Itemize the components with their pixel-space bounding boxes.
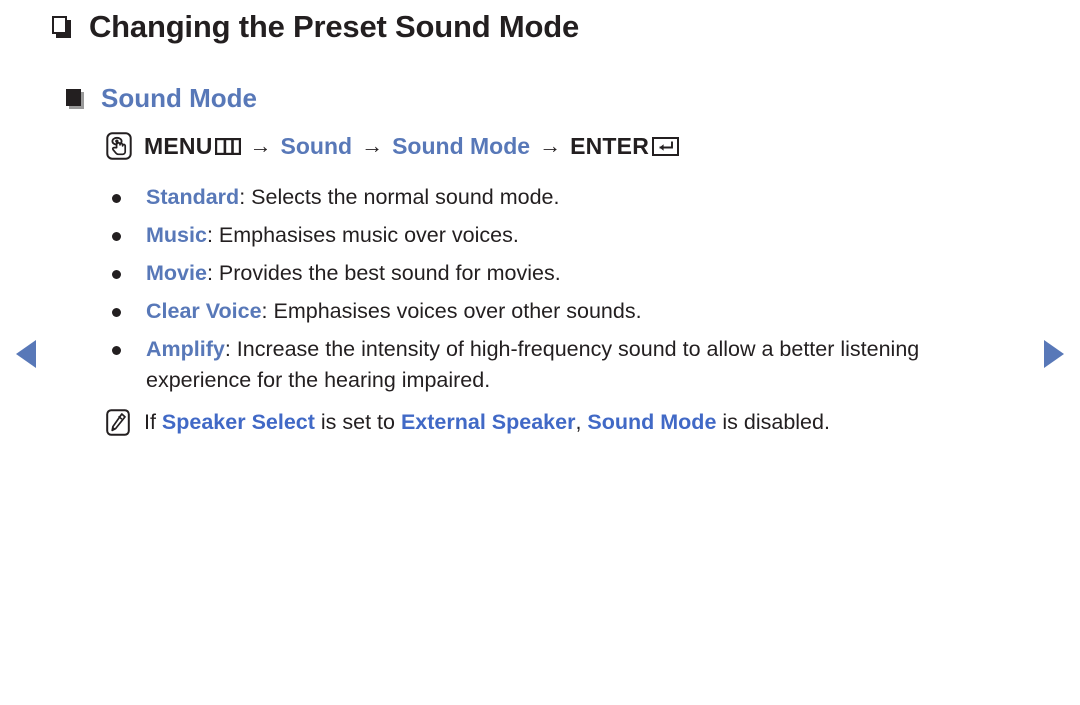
mode-description: Selects the normal sound mode.: [251, 185, 560, 209]
mode-description: Emphasises voices over other sounds.: [273, 299, 642, 323]
path-arrow-icon-2: →: [361, 133, 384, 158]
mode-separator: :: [224, 337, 237, 361]
note-term-external-speaker: External Speaker: [400, 410, 576, 434]
mode-description: Emphasises music over voices.: [218, 223, 519, 247]
list-item-text: Music: Emphasises music over voices.: [146, 220, 519, 251]
mode-term: Clear Voice: [146, 299, 262, 323]
page-title: Changing the Preset Sound Mode: [89, 9, 580, 44]
menu-path: MENU → Sound → Sound Mode → ENTER: [106, 132, 680, 160]
bullet-dot-icon: [112, 308, 121, 317]
mode-term: Amplify: [146, 337, 225, 361]
list-item-text: Clear Voice: Emphasises voices over othe…: [146, 296, 642, 327]
bullet-dot-icon: [112, 232, 121, 241]
note-row: If Speaker Select is set to External Spe…: [106, 408, 830, 436]
path-arrow-icon-3: →: [539, 133, 562, 158]
list-item: Standard: Selects the normal sound mode.: [112, 182, 1012, 213]
menu-step-sound-mode: Sound Mode: [392, 132, 531, 159]
list-item: Amplify: Increase the intensity of high-…: [112, 334, 1012, 396]
mode-term: Movie: [146, 261, 207, 285]
path-arrow-icon-1: →: [249, 133, 272, 158]
sound-mode-list: Standard: Selects the normal sound mode.…: [112, 182, 1012, 403]
hand-press-icon: [106, 132, 132, 160]
menu-step-sound: Sound: [280, 132, 353, 159]
list-item-text: Amplify: Increase the intensity of high-…: [146, 334, 966, 396]
note-text: If Speaker Select is set to External Spe…: [144, 408, 830, 436]
bullet-dot-icon: [112, 194, 121, 203]
mode-description: Increase the intensity of high-frequency…: [146, 337, 920, 392]
note-term-sound-mode: Sound Mode: [587, 410, 717, 434]
note-term-speaker-select: Speaker Select: [161, 410, 315, 434]
note-mid-1: is set to: [314, 410, 401, 434]
note-mid-2: ,: [575, 410, 588, 434]
enter-button-label: ENTER: [570, 132, 650, 159]
enter-key-icon: [652, 136, 680, 156]
list-item: Music: Emphasises music over voices.: [112, 220, 1012, 251]
page-title-row: Changing the Preset Sound Mode: [52, 9, 580, 44]
note-lead: If: [144, 410, 162, 434]
list-item-text: Movie: Provides the best sound for movie…: [146, 258, 561, 289]
bullet-dot-icon: [112, 346, 121, 355]
manual-page: Changing the Preset Sound Mode Sound Mod…: [0, 0, 1080, 705]
list-item: Clear Voice: Emphasises voices over othe…: [112, 296, 1012, 327]
mode-separator: :: [239, 185, 252, 209]
note-pencil-icon: [106, 409, 130, 436]
filled-square-icon: [66, 88, 84, 109]
mode-separator: :: [206, 223, 219, 247]
outlined-box-icon: [52, 16, 71, 39]
mode-term: Music: [146, 223, 207, 247]
section-title: Sound Mode: [101, 83, 257, 113]
list-item-text: Standard: Selects the normal sound mode.: [146, 182, 559, 213]
mode-term: Standard: [146, 185, 240, 209]
previous-page-arrow[interactable]: [16, 340, 36, 368]
section-heading-row: Sound Mode: [66, 83, 257, 114]
note-tail: is disabled.: [716, 410, 830, 434]
bullet-dot-icon: [112, 270, 121, 279]
menu-button-label: MENU: [144, 132, 213, 159]
mode-description: Provides the best sound for movies.: [218, 261, 561, 285]
list-item: Movie: Provides the best sound for movie…: [112, 258, 1012, 289]
mode-separator: :: [261, 299, 274, 323]
menu-bars-icon: [214, 137, 241, 155]
next-page-arrow[interactable]: [1044, 340, 1064, 368]
mode-separator: :: [206, 261, 219, 285]
